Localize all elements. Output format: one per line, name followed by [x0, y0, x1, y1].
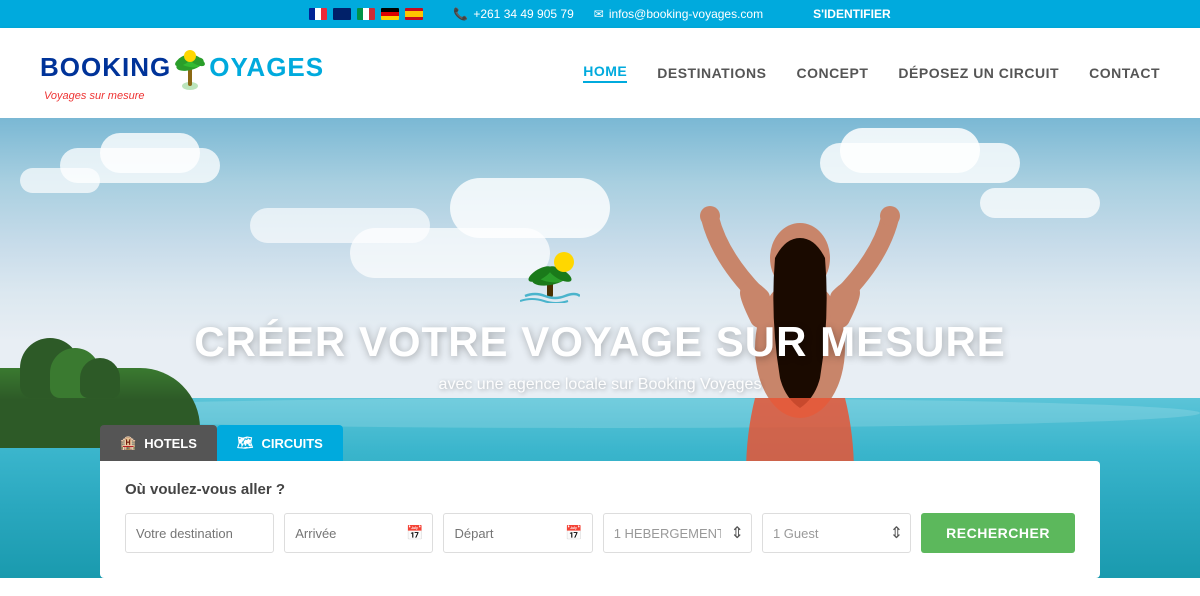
- guests-field: 1 Guest 2 Guests 3 Guests 4 Guests ⇕: [762, 513, 911, 553]
- topbar-right: S'IDENTIFIER: [793, 7, 891, 21]
- topbar-flags: [309, 8, 423, 20]
- cloud-9: [450, 178, 610, 238]
- tab-circuits[interactable]: 🗺 CIRCUITS: [217, 425, 343, 461]
- nav-contact[interactable]: CONTACT: [1089, 65, 1160, 81]
- topbar: 📞 +261 34 49 905 79 ✉ infos@booking-voya…: [0, 0, 1200, 28]
- identifier-link[interactable]: S'IDENTIFIER: [813, 7, 891, 21]
- logo-subtitle: Voyages sur mesure: [44, 90, 144, 102]
- departure-input[interactable]: [443, 513, 592, 553]
- topbar-phone: 📞 +261 34 49 905 79: [453, 7, 573, 21]
- search-container: 🏨 HOTELS 🗺 CIRCUITS Où voulez-vous aller…: [100, 425, 1100, 578]
- hebergement-field: 1 HEBERGEMENT 2 HEBERGEMENTS 3 HEBERGEME…: [603, 513, 752, 553]
- phone-icon: 📞: [453, 7, 468, 21]
- logo-booking-text: BOOKING: [40, 52, 171, 83]
- logo-palm-icon: [172, 44, 208, 90]
- arrival-input[interactable]: [284, 513, 433, 553]
- logo-voyages-text: OYAGES: [209, 52, 324, 83]
- nav-destinations[interactable]: DESTINATIONS: [657, 65, 766, 81]
- hero-title: CRÉER VOTRE VOYAGE SUR MESURE: [0, 318, 1200, 366]
- hero-brand-icon: [520, 248, 580, 315]
- hero-content: CRÉER VOTRE VOYAGE SUR MESURE avec une a…: [0, 318, 1200, 394]
- search-tabs: 🏨 HOTELS 🗺 CIRCUITS: [100, 425, 1100, 461]
- cloud-3: [20, 168, 100, 193]
- topbar-contact-info: 📞 +261 34 49 905 79 ✉ infos@booking-voya…: [453, 7, 763, 21]
- nav-concept[interactable]: CONCEPT: [796, 65, 868, 81]
- destination-input[interactable]: [125, 513, 274, 553]
- guests-select[interactable]: 1 Guest 2 Guests 3 Guests 4 Guests: [762, 513, 911, 553]
- cloud-6: [980, 188, 1100, 218]
- flag-en[interactable]: [333, 8, 351, 20]
- nav-deposez[interactable]: DÉPOSEZ UN CIRCUIT: [898, 65, 1059, 81]
- search-button[interactable]: RECHERCHER: [921, 513, 1075, 553]
- hebergement-select[interactable]: 1 HEBERGEMENT 2 HEBERGEMENTS 3 HEBERGEME…: [603, 513, 752, 553]
- destination-field: [125, 513, 274, 553]
- flag-it[interactable]: [357, 8, 375, 20]
- hotels-icon: 🏨: [120, 435, 136, 451]
- header: BOOKING OYAGES Voyages sur mesure HOME D…: [0, 28, 1200, 118]
- search-question: Où voulez-vous aller ?: [125, 481, 1075, 498]
- main-nav: HOME DESTINATIONS CONCEPT DÉPOSEZ UN CIR…: [583, 63, 1160, 83]
- arrival-field: 📅: [284, 513, 433, 553]
- flag-es[interactable]: [405, 8, 423, 20]
- circuits-icon: 🗺: [237, 435, 254, 451]
- email-icon: ✉: [594, 7, 604, 21]
- hero-section: CRÉER VOTRE VOYAGE SUR MESURE avec une a…: [0, 118, 1200, 578]
- departure-field: 📅: [443, 513, 592, 553]
- cloud-5: [840, 128, 980, 173]
- tab-hotels[interactable]: 🏨 HOTELS: [100, 425, 217, 461]
- flag-de[interactable]: [381, 8, 399, 20]
- topbar-email: ✉ infos@booking-voyages.com: [594, 7, 763, 21]
- search-fields: 📅 📅 1 HEBERGEMENT 2 HEBERGEMENTS 3 HEBER…: [125, 513, 1075, 553]
- search-box: Où voulez-vous aller ? 📅 📅 1 HEBERGEMENT: [100, 461, 1100, 578]
- hero-subtitle: avec une agence locale sur Booking Voyag…: [0, 376, 1200, 394]
- logo[interactable]: BOOKING OYAGES Voyages sur mesure: [40, 44, 324, 102]
- cloud-2: [100, 133, 200, 173]
- flag-fr[interactable]: [309, 8, 327, 20]
- nav-home[interactable]: HOME: [583, 63, 627, 83]
